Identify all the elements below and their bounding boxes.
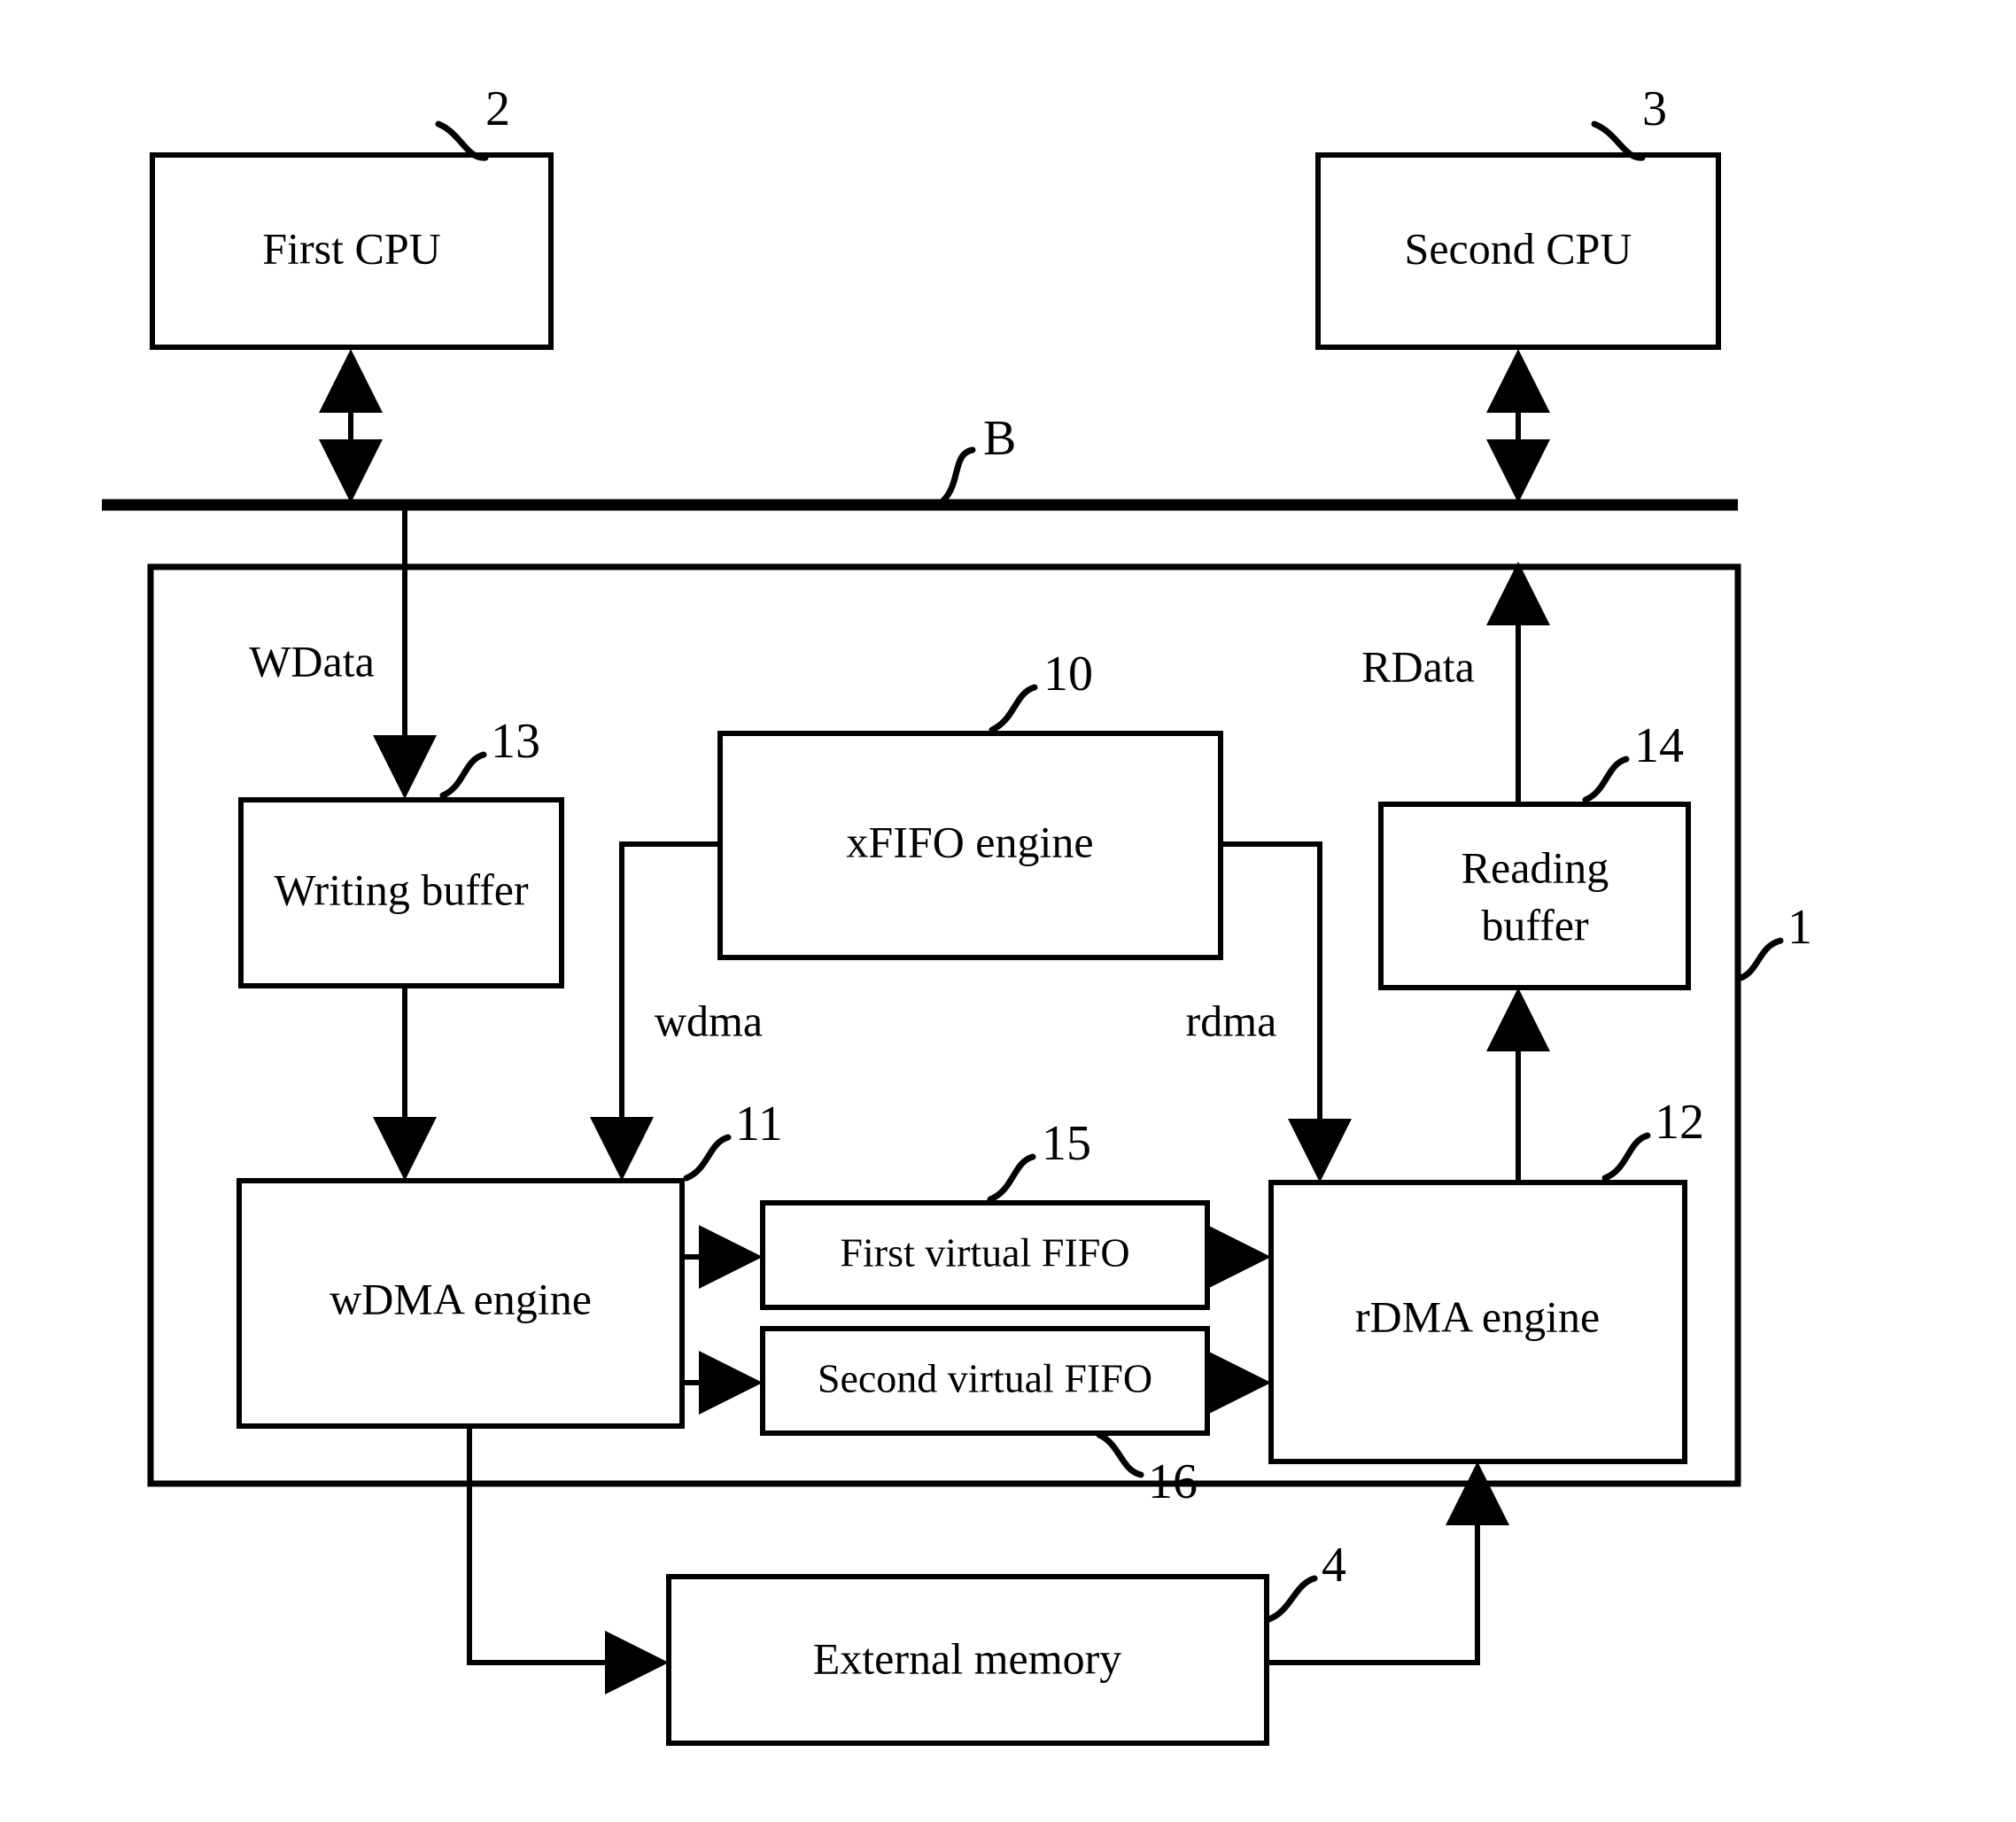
writing-buffer-ref: 13 (491, 714, 540, 769)
rdma-engine-label: rDMA engine (1355, 1291, 1600, 1341)
controller-ref: 1 (1787, 900, 1812, 955)
block-diagram-svg: First CPU 2 Second CPU 3 B 1 WData Writi… (102, 81, 1812, 1746)
bus-label: B (983, 411, 1016, 466)
xfifo-engine-ref: 10 (1043, 647, 1093, 702)
writing-buffer-label: Writing buffer (274, 864, 529, 914)
external-memory-ref: 4 (1322, 1538, 1346, 1593)
second-virtual-fifo-label: Second virtual FIFO (818, 1356, 1152, 1401)
wdma-engine-ref: 11 (735, 1097, 783, 1151)
external-memory-label: External memory (813, 1633, 1122, 1683)
reading-buffer-ref: 14 (1634, 718, 1684, 773)
first-cpu-ref: 2 (485, 81, 510, 136)
figure-canvas: First CPU 2 Second CPU 3 B 1 WData Writi… (0, 0, 2016, 1822)
wdma-label: wdma (655, 996, 763, 1045)
first-cpu-label: First CPU (262, 223, 440, 273)
first-virtual-fifo-leader-line (987, 1153, 1036, 1203)
wdma-engine-label: wDMA engine (330, 1274, 592, 1323)
wdma-to-external-memory-wire (467, 1426, 669, 1694)
second-cpu-label: Second CPU (1405, 223, 1632, 273)
rdata-label: RData (1361, 641, 1475, 691)
rdma-engine-ref: 12 (1655, 1095, 1704, 1150)
rdma-label: rdma (1186, 996, 1277, 1045)
reading-buffer-label-line1: Reading (1462, 842, 1609, 892)
xfifo-engine-label: xFIFO engine (846, 817, 1093, 866)
second-cpu-ref: 3 (1642, 81, 1667, 136)
external-memory-leader-line (1266, 1575, 1318, 1623)
second-virtual-fifo-leader-line (1096, 1431, 1144, 1478)
bus-leader-line (940, 446, 976, 504)
reading-buffer-box[interactable] (1378, 802, 1691, 990)
writing-buffer-leader-line (439, 751, 487, 799)
first-virtual-fifo-label: First virtual FIFO (840, 1230, 1129, 1275)
wdata-label: WData (249, 636, 375, 686)
first-virtual-fifo-ref: 15 (1042, 1116, 1091, 1171)
external-memory-to-rdma-wire (1267, 1461, 1509, 1665)
rdma-engine-leader-line (1601, 1132, 1651, 1182)
xfifo-engine-leader-line (989, 684, 1038, 733)
reading-buffer-leader-line (1582, 756, 1630, 803)
controller-leader-line (1734, 937, 1784, 982)
wdma-engine-leader-line (683, 1134, 732, 1182)
reading-buffer-label-line2: buffer (1481, 900, 1589, 950)
second-virtual-fifo-ref: 16 (1148, 1454, 1198, 1509)
